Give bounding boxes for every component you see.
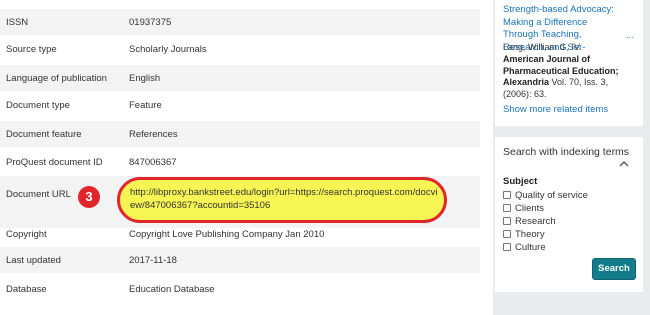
detail-row-issn: ISSN 01937375 [0,9,480,35]
detail-value: Copyright Love Publishing Company Jan 20… [129,229,325,240]
detail-label: Document feature [6,129,82,140]
term-checkbox-research[interactable]: Research [503,216,556,227]
term-label: Research [515,216,556,227]
term-label: Quality of service [515,190,588,201]
term-checkbox-theory[interactable]: Theory [503,229,545,240]
indexing-panel-title: Search with indexing terms [503,146,630,158]
term-checkbox-clients[interactable]: Clients [503,203,544,214]
detail-row-database: Database Education Database [0,276,480,302]
detail-value: Scholarly Journals [129,44,207,55]
indexing-terms-panel: Search with indexing terms Subject Quali… [495,137,643,292]
checkbox-icon[interactable] [503,230,511,238]
term-checkbox-culture[interactable]: Culture [503,242,546,253]
related-item-author: Lang, William G, IV. [503,42,582,52]
chevron-up-icon[interactable] [619,159,629,169]
checkbox-icon[interactable] [503,204,511,212]
term-label: Theory [515,229,545,240]
detail-label: Database [6,284,47,295]
detail-label: ISSN [6,17,29,28]
checkbox-icon[interactable] [503,191,511,199]
term-checkbox-quality-of-service[interactable]: Quality of service [503,190,588,201]
detail-row-document-feature: Document feature References [0,121,480,147]
detail-label: Last updated [6,255,61,266]
detail-label: Copyright [6,229,47,240]
detail-row-source-type: Source type Scholarly Journals [0,36,480,62]
term-label: Culture [515,242,546,253]
detail-label: Document type [6,100,70,111]
term-label: Clients [515,203,545,214]
checkbox-icon[interactable] [503,217,511,225]
related-item-more-link[interactable]: ... [626,30,634,40]
detail-row-language: Language of publication English [0,65,480,91]
subject-label: Subject [503,176,538,187]
related-items-card: Strength-based Advocacy: Making a Differ… [495,0,643,126]
checkbox-icon[interactable] [503,243,511,251]
detail-value: References [129,129,178,140]
detail-label: Language of publication [6,73,107,84]
detail-value: 01937375 [129,17,172,28]
detail-value: 847006367 [129,157,177,168]
detail-row-copyright: Copyright Copyright Love Publishing Comp… [0,221,480,247]
document-url-link[interactable]: http://libproxy.bankstreet.edu/login?url… [130,186,442,212]
detail-label: Source type [6,44,57,55]
show-more-related-link[interactable]: Show more related items [503,104,608,115]
detail-row-last-updated: Last updated 2017-11-18 [0,247,480,273]
detail-row-proquest-id: ProQuest document ID 847006367 [0,149,480,175]
indexing-search-button[interactable]: Search [592,258,636,280]
detail-value: 2017-11-18 [129,255,177,266]
detail-label: Document URL [6,189,71,200]
detail-value: Education Database [129,284,215,295]
step-callout-badge: 3 [78,186,100,208]
detail-row-document-type: Document type Feature [0,92,480,118]
related-item-citation: American Journal of Pharmaceutical Educa… [503,54,638,100]
document-details-table: ISSN 01937375 Source type Scholarly Jour… [0,0,480,315]
detail-label: ProQuest document ID [6,157,103,168]
detail-value: Feature [129,100,162,111]
detail-value: English [129,73,161,84]
